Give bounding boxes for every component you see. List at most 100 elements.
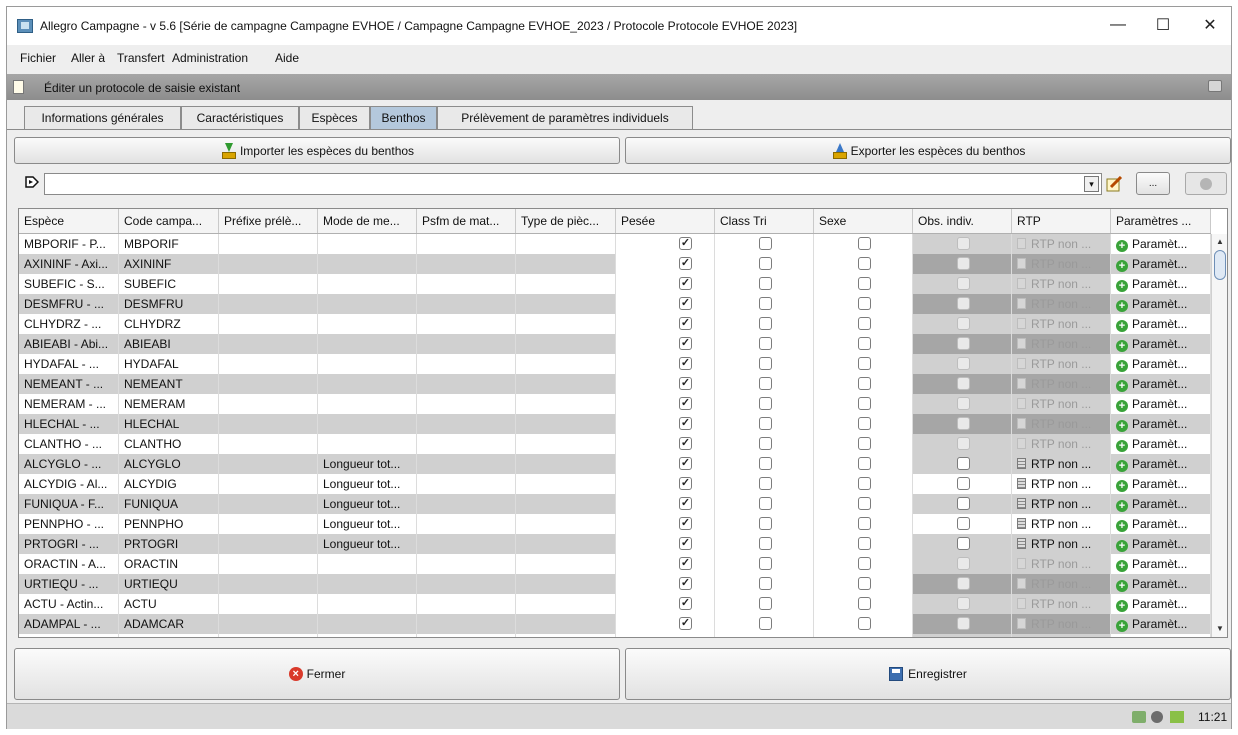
prefix-cell[interactable] [219, 414, 318, 434]
mode-cell[interactable]: Longueur tot... [318, 494, 417, 514]
psfm-cell[interactable] [417, 334, 516, 354]
class-tri-cell[interactable] [715, 234, 814, 254]
maximize-button[interactable]: ☐ [1140, 10, 1186, 40]
pesee-cell[interactable]: ✓ [616, 414, 715, 434]
rtp-cell[interactable]: RTP non ... [1012, 414, 1111, 434]
checkbox[interactable]: ✓ [679, 457, 692, 470]
mode-cell[interactable] [318, 254, 417, 274]
code-cell[interactable]: HYDAFAL [119, 354, 219, 374]
prefix-cell[interactable] [219, 374, 318, 394]
species-cell[interactable]: MBPORIF - P... [19, 234, 119, 254]
checkbox[interactable] [759, 457, 772, 470]
rtp-cell[interactable]: RTP non ... [1012, 614, 1111, 634]
code-cell[interactable]: NEMERAM [119, 394, 219, 414]
checkbox[interactable] [858, 557, 871, 570]
help-icon[interactable] [1208, 80, 1222, 92]
type-cell[interactable] [516, 614, 616, 634]
class-tri-cell[interactable] [715, 514, 814, 534]
prefix-cell[interactable] [219, 354, 318, 374]
species-cell[interactable]: SUBEFIC - S... [19, 274, 119, 294]
pesee-cell[interactable]: ✓ [616, 594, 715, 614]
table-row[interactable]: HLECHAL - ... HLECHAL ✓ RTP non ... + Paramèt… [19, 414, 1211, 434]
table-row[interactable]: AXININF - Axi... AXININF ✓ RTP non ... + Para… [19, 254, 1211, 274]
checkbox[interactable]: ✓ [679, 497, 692, 510]
parameters-cell[interactable]: + Paramèt... [1111, 614, 1211, 634]
psfm-cell[interactable] [417, 274, 516, 294]
table-row[interactable]: ACTU - Actin... ACTU ✓ RTP non ... + Paramèt.… [19, 594, 1211, 614]
tab-prelevement-parametres[interactable]: Prélèvement de paramètres individuels [437, 106, 693, 129]
table-row[interactable]: ALCYDIG - Al... ALCYDIG Longueur tot... ✓ RT… [19, 474, 1211, 494]
class-tri-cell[interactable] [715, 314, 814, 334]
checkbox[interactable]: ✓ [679, 577, 692, 590]
sexe-cell[interactable] [814, 374, 913, 394]
code-cell[interactable]: FUNIQUA [119, 494, 219, 514]
mode-cell[interactable] [318, 554, 417, 574]
obs-indiv-cell[interactable] [913, 354, 1012, 374]
pesee-cell[interactable]: ✓ [616, 234, 715, 254]
sexe-cell[interactable] [814, 474, 913, 494]
checkbox[interactable]: ✓ [679, 317, 692, 330]
clear-filter-button[interactable] [1185, 172, 1227, 195]
column-header[interactable]: Espèce [19, 209, 119, 233]
sexe-cell[interactable] [814, 534, 913, 554]
obs-indiv-cell[interactable] [913, 294, 1012, 314]
scroll-up-icon[interactable]: ▲ [1216, 237, 1224, 246]
pesee-cell[interactable]: ✓ [616, 254, 715, 274]
minimize-button[interactable]: — [1095, 10, 1141, 40]
checkbox[interactable]: ✓ [679, 437, 692, 450]
pesee-cell[interactable]: ✓ [616, 334, 715, 354]
import-species-button[interactable]: Importer les espèces du benthos [14, 137, 620, 164]
prefix-cell[interactable] [219, 614, 318, 634]
parameters-cell[interactable]: + Paramèt... [1111, 334, 1211, 354]
parameters-cell[interactable]: + Paramèt... [1111, 454, 1211, 474]
code-cell[interactable]: CLHYDRZ [119, 314, 219, 334]
parameters-cell[interactable]: + Paramèt... [1111, 314, 1211, 334]
psfm-cell[interactable] [417, 494, 516, 514]
checkbox[interactable] [858, 337, 871, 350]
checkbox[interactable] [858, 617, 871, 630]
code-cell[interactable]: ALCYDIG [119, 474, 219, 494]
sexe-cell[interactable] [814, 414, 913, 434]
checkbox[interactable] [759, 437, 772, 450]
checkbox[interactable] [957, 537, 970, 550]
rtp-cell[interactable]: RTP non ... [1012, 514, 1111, 534]
rtp-cell[interactable]: RTP non ... [1012, 314, 1111, 334]
parameters-cell[interactable]: + Paramèt... [1111, 394, 1211, 414]
mode-cell[interactable] [318, 594, 417, 614]
species-cell[interactable]: FUNIQUA - F... [19, 494, 119, 514]
rtp-cell[interactable]: RTP non ... [1012, 234, 1111, 254]
checkbox[interactable] [858, 577, 871, 590]
code-cell[interactable]: HLECHAL [119, 414, 219, 434]
prefix-cell[interactable] [219, 254, 318, 274]
type-cell[interactable] [516, 554, 616, 574]
code-cell[interactable]: PRTOGRI [119, 534, 219, 554]
save-button[interactable]: Enregistrer [625, 648, 1231, 700]
psfm-cell[interactable] [417, 294, 516, 314]
table-row[interactable]: CLHYDRZ - ... CLHYDRZ ✓ RTP non ... + Paramèt… [19, 314, 1211, 334]
prefix-cell[interactable] [219, 274, 318, 294]
type-cell[interactable] [516, 254, 616, 274]
checkbox[interactable] [759, 417, 772, 430]
class-tri-cell[interactable] [715, 334, 814, 354]
checkbox[interactable] [858, 537, 871, 550]
pesee-cell[interactable]: ✓ [616, 494, 715, 514]
pesee-cell[interactable]: ✓ [616, 294, 715, 314]
species-cell[interactable]: ALCYGLO - ... [19, 454, 119, 474]
pesee-cell[interactable]: ✓ [616, 554, 715, 574]
table-row[interactable]: ORACTIN - A... ORACTIN ✓ RTP non ... + Paramè… [19, 554, 1211, 574]
pesee-cell[interactable]: ✓ [616, 434, 715, 454]
rtp-cell[interactable]: RTP non ... [1012, 554, 1111, 574]
checkbox[interactable] [858, 297, 871, 310]
obs-indiv-cell[interactable] [913, 574, 1012, 594]
rtp-cell[interactable]: RTP non ... [1012, 334, 1111, 354]
prefix-cell[interactable] [219, 314, 318, 334]
psfm-cell[interactable] [417, 394, 516, 414]
checkbox[interactable]: ✓ [679, 517, 692, 530]
prefix-cell[interactable] [219, 434, 318, 454]
checkbox[interactable] [858, 517, 871, 530]
sexe-cell[interactable] [814, 354, 913, 374]
checkbox[interactable] [858, 257, 871, 270]
code-cell[interactable]: DESMFRU [119, 294, 219, 314]
code-cell[interactable]: ACTU [119, 594, 219, 614]
checkbox[interactable] [759, 317, 772, 330]
